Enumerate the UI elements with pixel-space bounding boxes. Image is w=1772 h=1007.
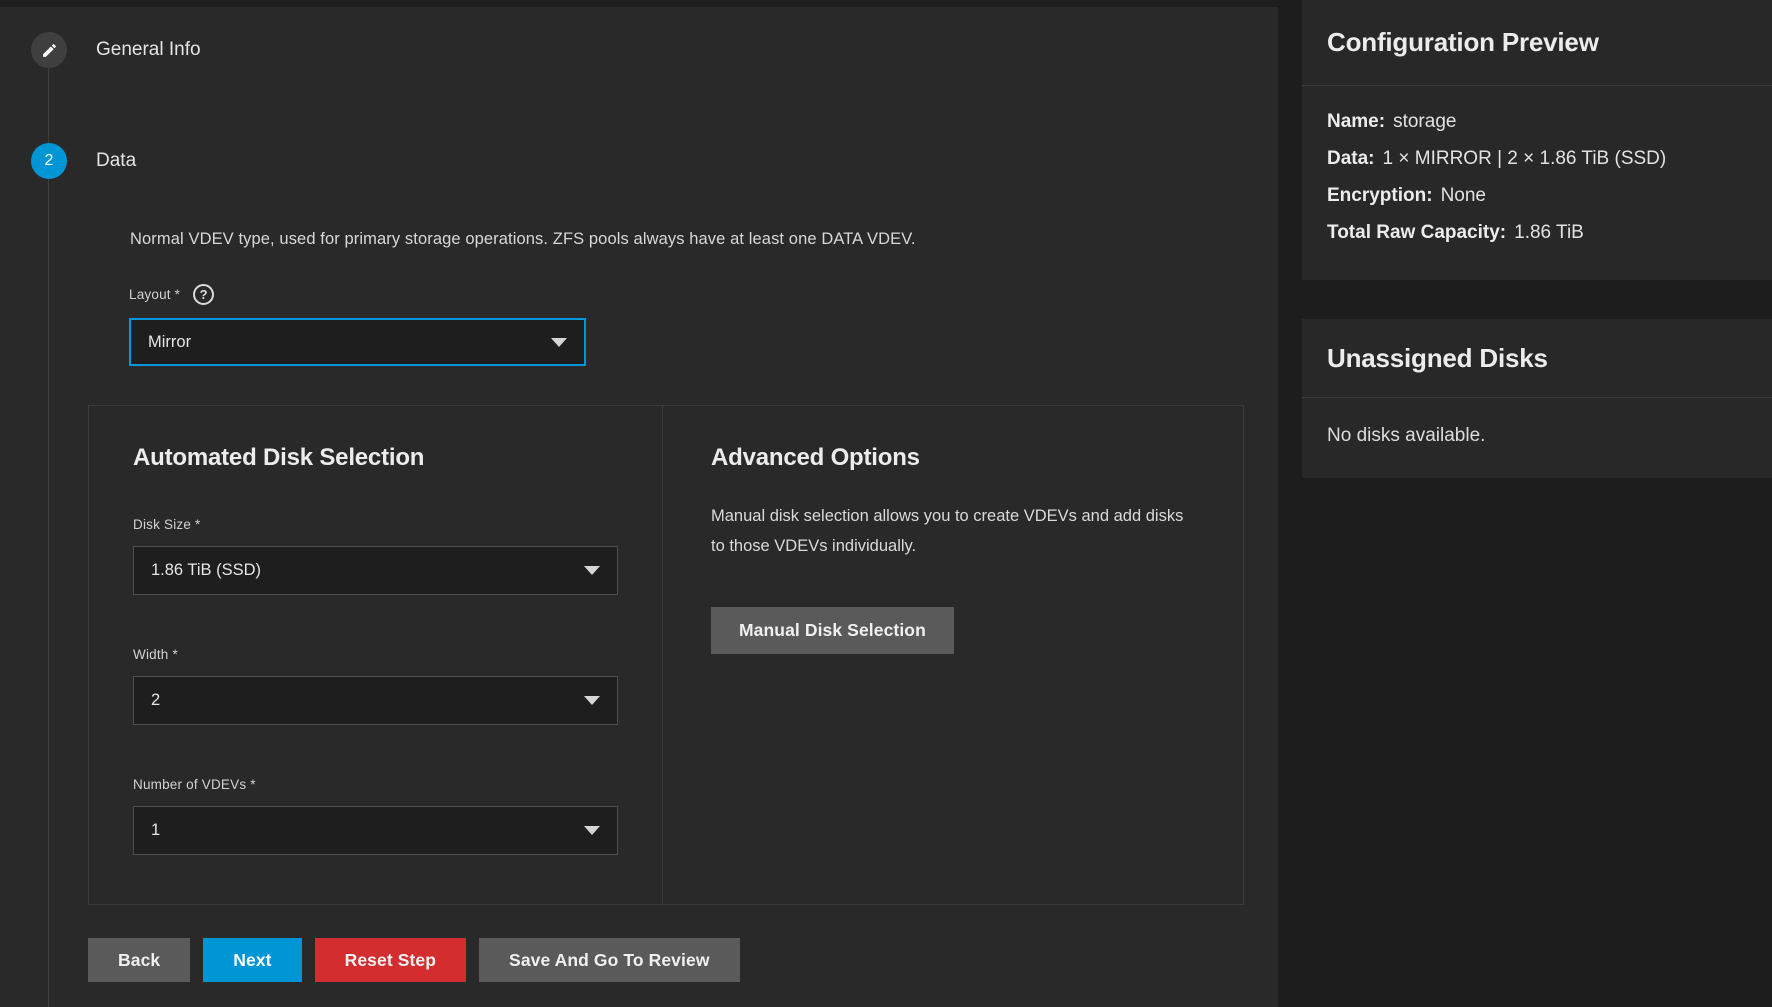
- chevron-down-icon: [584, 696, 600, 705]
- edit-pencil-icon: [41, 42, 58, 59]
- next-button[interactable]: Next: [203, 938, 301, 982]
- config-name-label: Name:: [1327, 111, 1385, 132]
- automated-disk-selection-section: Automated Disk Selection Disk Size * 1.8…: [89, 406, 662, 904]
- stepper-connector-line: [48, 50, 49, 1007]
- config-name-value: storage: [1393, 111, 1456, 132]
- disk-selection-panel: Automated Disk Selection Disk Size * 1.8…: [88, 405, 1244, 905]
- config-data-value: 1 × MIRROR | 2 × 1.86 TiB (SSD): [1383, 148, 1667, 169]
- configuration-preview-body: Name: storage Data: 1 × MIRROR | 2 × 1.86 …: [1302, 86, 1772, 251]
- layout-select[interactable]: Mirror: [129, 318, 586, 366]
- config-capacity-label: Total Raw Capacity:: [1327, 222, 1506, 243]
- disk-size-field: Disk Size * 1.86 TiB (SSD): [133, 517, 662, 595]
- width-label: Width *: [133, 647, 662, 662]
- manual-disk-selection-button[interactable]: Manual Disk Selection: [711, 607, 954, 654]
- step-general-info-circle[interactable]: [31, 32, 67, 68]
- step-action-buttons: Back Next Reset Step Save And Go To Revi…: [88, 938, 740, 982]
- step-data-circle[interactable]: 2: [31, 143, 67, 179]
- chevron-down-icon: [584, 826, 600, 835]
- data-vdev-description: Normal VDEV type, used for primary stora…: [130, 230, 916, 249]
- layout-label: Layout *: [129, 287, 180, 302]
- config-data-label: Data:: [1327, 148, 1375, 169]
- configuration-preview-card: Configuration Preview Name: storage Data:…: [1302, 0, 1772, 280]
- configuration-preview-header: Configuration Preview: [1302, 0, 1772, 86]
- config-row-data: Data: 1 × MIRROR | 2 × 1.86 TiB (SSD): [1327, 140, 1747, 177]
- step-general-info-label: General Info: [96, 39, 201, 61]
- right-sidebar: Configuration Preview Name: storage Data:…: [1278, 0, 1772, 1007]
- width-select-value: 2: [151, 691, 584, 710]
- step-general-info[interactable]: General Info: [31, 32, 201, 68]
- automated-disk-selection-title: Automated Disk Selection: [133, 443, 662, 473]
- reset-step-button[interactable]: Reset Step: [315, 938, 466, 982]
- config-encryption-value: None: [1441, 185, 1486, 206]
- config-row-total-raw-capacity: Total Raw Capacity: 1.86 TiB: [1327, 214, 1747, 251]
- unassigned-disks-header: Unassigned Disks: [1302, 319, 1772, 398]
- config-encryption-label: Encryption:: [1327, 185, 1433, 206]
- config-capacity-value: 1.86 TiB: [1514, 222, 1584, 243]
- disk-size-label: Disk Size *: [133, 517, 662, 532]
- number-of-vdevs-select[interactable]: 1: [133, 806, 618, 855]
- unassigned-disks-body: No disks available.: [1302, 398, 1772, 447]
- chevron-down-icon: [584, 566, 600, 575]
- disk-size-select[interactable]: 1.86 TiB (SSD): [133, 546, 618, 595]
- layout-select-value: Mirror: [148, 333, 551, 352]
- top-edge-strip: [0, 0, 1278, 7]
- wizard-main-area: General Info 2 Data Normal VDEV type, us…: [0, 0, 1278, 1007]
- back-button[interactable]: Back: [88, 938, 190, 982]
- step-data[interactable]: 2 Data: [31, 143, 136, 179]
- pool-creation-wizard: General Info 2 Data Normal VDEV type, us…: [0, 0, 1772, 1007]
- advanced-options-description: Manual disk selection allows you to crea…: [711, 501, 1201, 561]
- no-disks-available-text: No disks available.: [1327, 398, 1747, 447]
- chevron-down-icon: [551, 338, 567, 347]
- advanced-options-section: Advanced Options Manual disk selection a…: [663, 406, 1243, 904]
- configuration-preview-title: Configuration Preview: [1327, 27, 1599, 58]
- number-of-vdevs-label: Number of VDEVs *: [133, 777, 662, 792]
- width-select[interactable]: 2: [133, 676, 618, 725]
- save-and-go-to-review-button[interactable]: Save And Go To Review: [479, 938, 739, 982]
- config-row-name: Name: storage: [1327, 103, 1747, 140]
- advanced-options-title: Advanced Options: [711, 443, 1243, 473]
- layout-label-row: Layout * ?: [129, 284, 586, 305]
- number-of-vdevs-field: Number of VDEVs * 1: [133, 777, 662, 855]
- help-icon[interactable]: ?: [193, 284, 214, 305]
- width-field: Width * 2: [133, 647, 662, 725]
- disk-size-select-value: 1.86 TiB (SSD): [151, 561, 584, 580]
- unassigned-disks-title: Unassigned Disks: [1327, 343, 1548, 374]
- config-row-encryption: Encryption: None: [1327, 177, 1747, 214]
- layout-field: Layout * ? Mirror: [129, 284, 586, 366]
- step-data-label: Data: [96, 150, 136, 172]
- unassigned-disks-card: Unassigned Disks No disks available.: [1302, 319, 1772, 478]
- number-of-vdevs-select-value: 1: [151, 821, 584, 840]
- step-data-number: 2: [45, 152, 54, 170]
